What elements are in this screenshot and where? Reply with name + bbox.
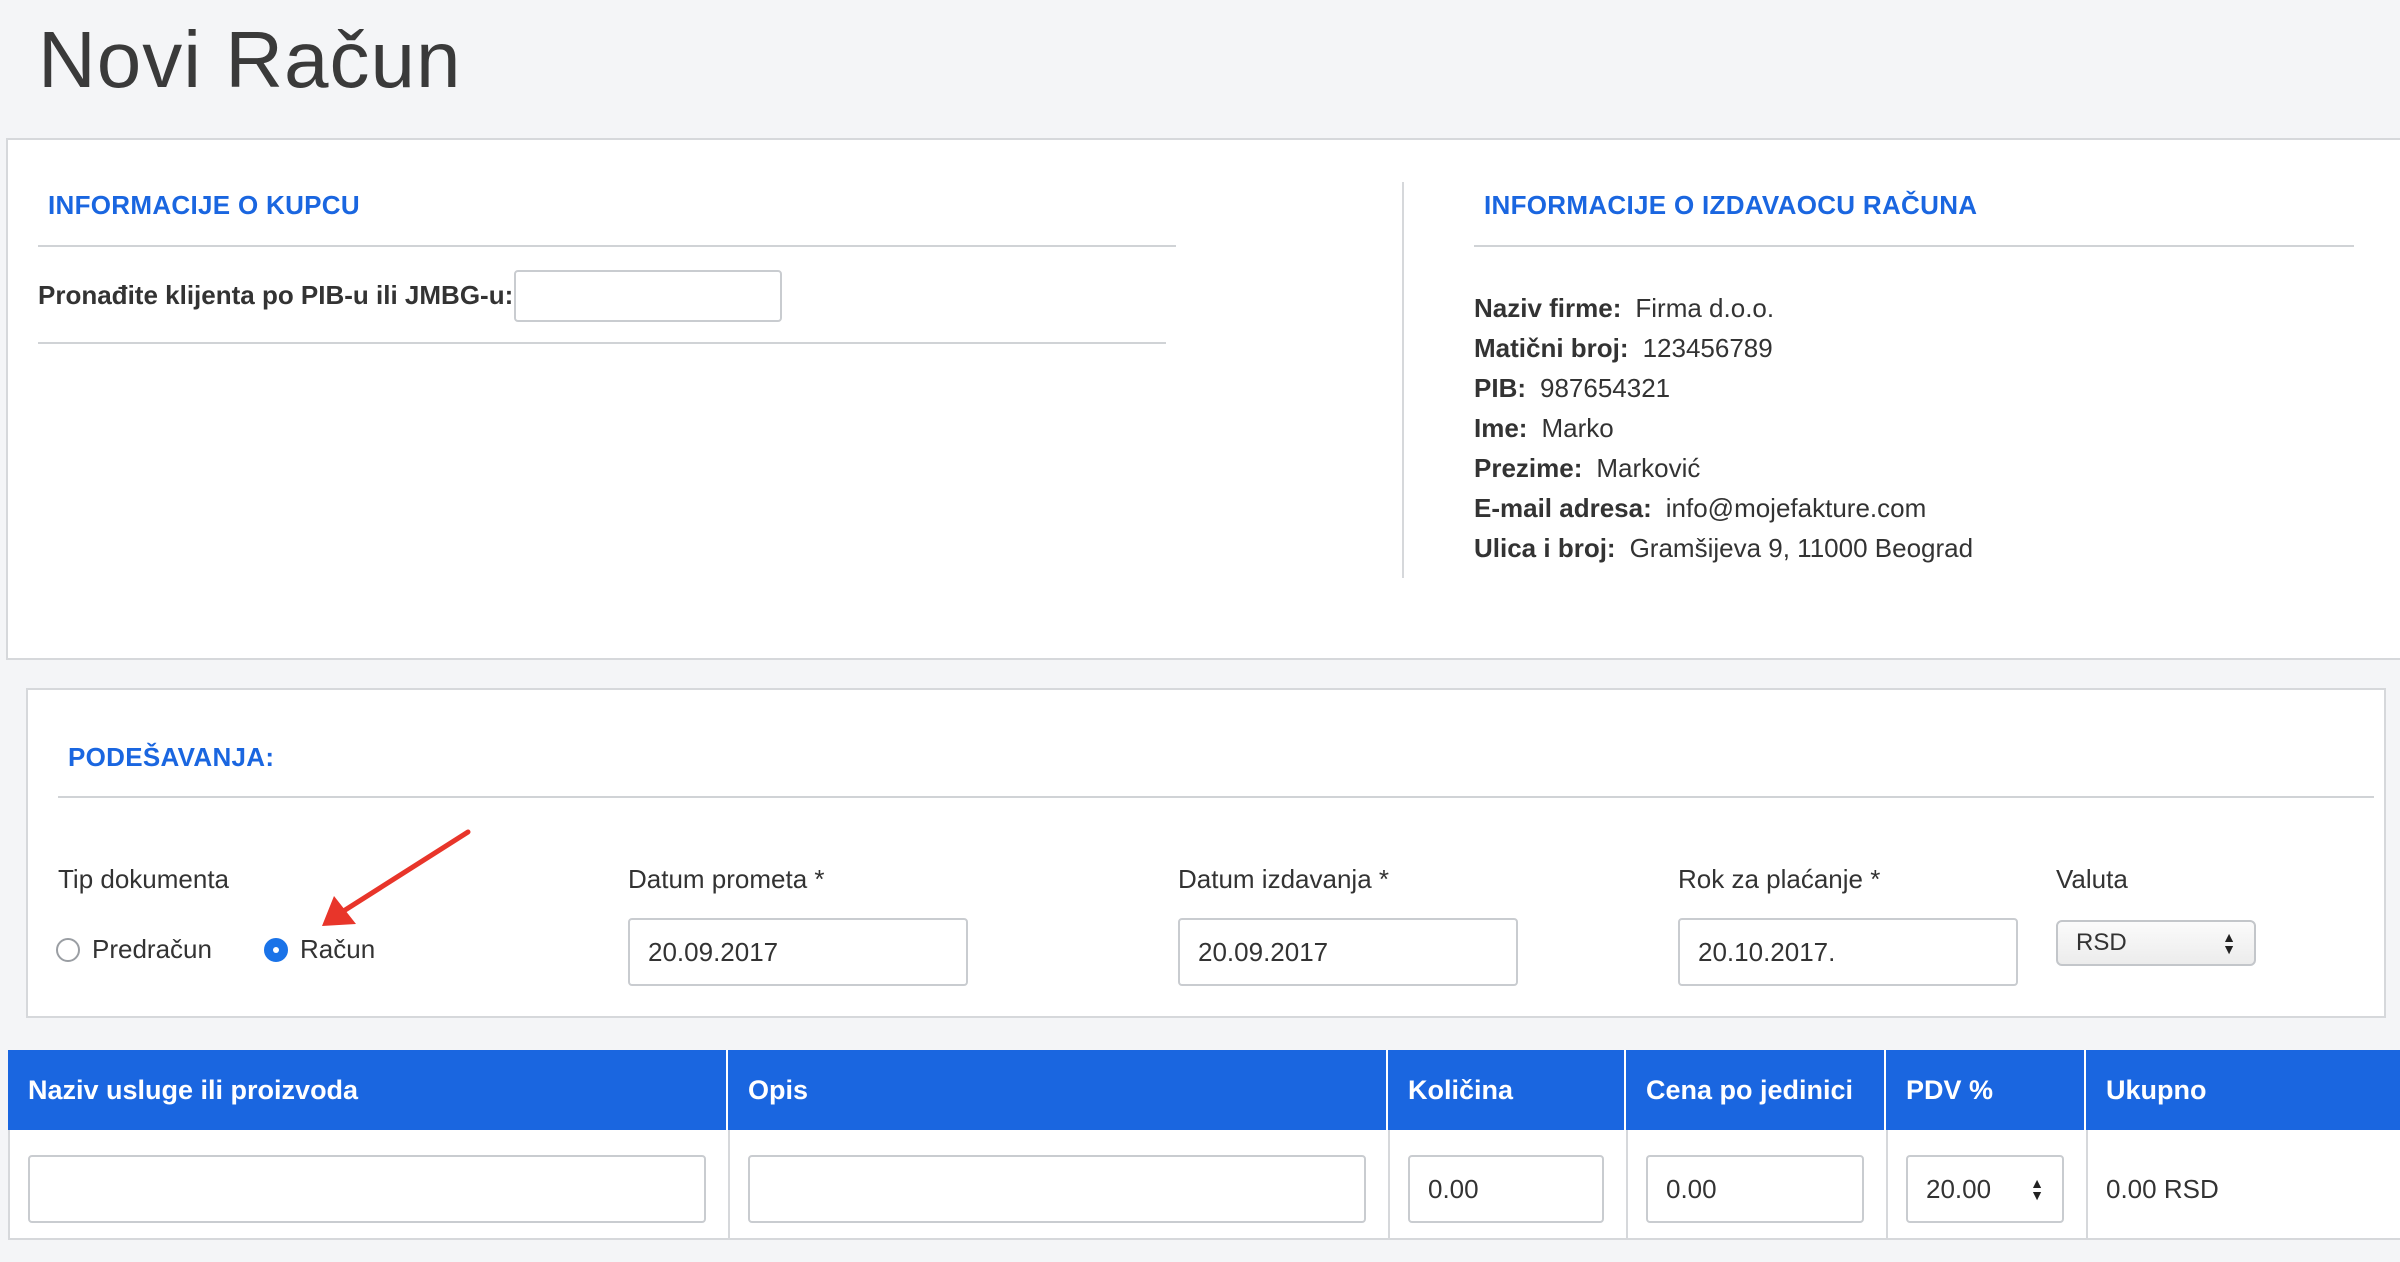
- issuer-value: Firma d.o.o.: [1635, 293, 1775, 323]
- issuer-first-name-row: Ime: Marko: [1474, 408, 1973, 448]
- customer-section-title: INFORMACIJE O KUPCU: [48, 190, 360, 220]
- issuer-company-row: Naziv firme: Firma d.o.o.: [1474, 288, 1973, 328]
- vat-stepper-arrows-icon[interactable]: ▲ ▼: [2030, 1176, 2044, 1202]
- item-vat-value: 20.00: [1926, 1173, 1992, 1204]
- issuer-key: Naziv firme:: [1474, 293, 1622, 323]
- issuer-address-row: Ulica i broj: Gramšijeva 9, 11000 Beograd: [1474, 528, 1973, 568]
- currency-label: Valuta: [2056, 864, 2128, 894]
- select-arrows-icon: ▲ ▼: [2222, 929, 2236, 957]
- customer-divider: [38, 245, 1176, 247]
- customer-search-input[interactable]: [514, 270, 782, 322]
- header-description: Opis: [728, 1050, 1388, 1130]
- header-unit-price: Cena po jedinici: [1626, 1050, 1886, 1130]
- due-date-input[interactable]: 20.10.2017.: [1678, 918, 2018, 986]
- issue-date-input[interactable]: 20.09.2017: [1178, 918, 1518, 986]
- issuer-key: E-mail adresa:: [1474, 493, 1652, 523]
- issuer-value: 987654321: [1540, 373, 1671, 403]
- doc-type-label: Tip dokumenta: [58, 864, 230, 894]
- issuer-value: Marko: [1541, 413, 1614, 443]
- info-column-separator: [1402, 182, 1404, 578]
- issuer-key: Prezime:: [1474, 453, 1583, 483]
- issuer-key: PIB:: [1474, 373, 1526, 403]
- turnover-date-label: Datum prometa *: [628, 864, 825, 894]
- radio-racun-circle[interactable]: [264, 937, 288, 962]
- item-unit-price-input[interactable]: 0.00: [1646, 1155, 1864, 1223]
- turnover-date-input[interactable]: 20.09.2017: [628, 918, 968, 986]
- issue-date-label: Datum izdavanja *: [1178, 864, 1389, 894]
- header-total: Ukupno: [2106, 1074, 2207, 1105]
- page-title: Novi Račun: [38, 15, 462, 104]
- cell-divider: [728, 1130, 730, 1238]
- issuer-reg-number-row: Matični broj: 123456789: [1474, 328, 1973, 368]
- cell-divider: [1388, 1130, 1390, 1238]
- settings-divider: [58, 796, 2374, 798]
- item-total: 0.00 RSD: [2106, 1174, 2219, 1204]
- radio-predracun-circle[interactable]: [56, 937, 80, 962]
- cell-divider: [1886, 1130, 1888, 1238]
- issuer-section-title: INFORMACIJE O IZDAVAOCU RAČUNA: [1484, 190, 1978, 220]
- customer-search-label: Pronađite klijenta po PIB-u ili JMBG-u:: [38, 280, 514, 310]
- cell-divider: [1626, 1130, 1628, 1238]
- due-date-label: Rok za plaćanje *: [1678, 864, 1881, 894]
- issuer-key: Ulica i broj:: [1474, 533, 1616, 563]
- item-vat-select[interactable]: 20.00 ▲ ▼: [1906, 1155, 2064, 1223]
- item-name-input[interactable]: [28, 1155, 706, 1223]
- radio-predracun-label: Predračun: [92, 934, 212, 964]
- issuer-key: Ime:: [1474, 413, 1528, 443]
- issuer-details: Naziv firme: Firma d.o.o. Matični broj: 12…: [1474, 288, 1973, 568]
- currency-select[interactable]: RSD ▲ ▼: [2056, 920, 2256, 966]
- header-quantity: Količina: [1388, 1050, 1626, 1130]
- issuer-divider: [1474, 245, 2354, 247]
- issuer-value: Gramšijeva 9, 11000 Beograd: [1629, 533, 1974, 563]
- issuer-value: info@mojefakture.com: [1665, 493, 1927, 523]
- item-quantity-input[interactable]: 0.00: [1408, 1155, 1604, 1223]
- issuer-pib-row: PIB: 987654321: [1474, 368, 1973, 408]
- customer-search-divider: [38, 342, 1166, 344]
- issuer-last-name-row: Prezime: Marković: [1474, 448, 1973, 488]
- header-vat: PDV %: [1886, 1050, 2086, 1130]
- items-table-header: Naziv usluge ili proizvoda Opis Količina…: [8, 1050, 2400, 1130]
- info-panel: [6, 138, 2400, 660]
- issuer-email-row: E-mail adresa: info@mojefakture.com: [1474, 488, 1973, 528]
- radio-predracun[interactable]: Predračun: [56, 934, 212, 965]
- issuer-key: Matični broj:: [1474, 333, 1629, 363]
- issuer-value: Marković: [1596, 453, 1701, 483]
- currency-select-value: RSD: [2076, 929, 2127, 956]
- header-name: Naziv usluge ili proizvoda: [8, 1050, 728, 1130]
- annotation-arrow-icon: [322, 829, 471, 926]
- settings-section-title: PODEŠAVANJA:: [68, 742, 275, 772]
- item-description-input[interactable]: [748, 1155, 1366, 1223]
- cell-divider: [2086, 1130, 2088, 1238]
- issuer-value: 123456789: [1642, 333, 1773, 363]
